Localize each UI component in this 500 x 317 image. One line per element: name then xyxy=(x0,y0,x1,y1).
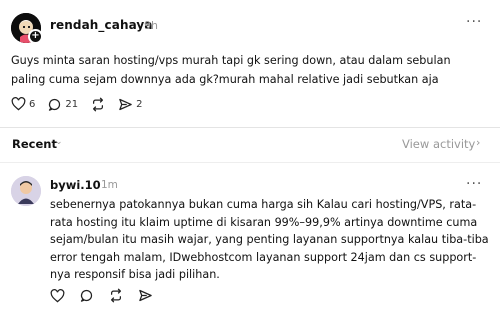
reply-count: 21 xyxy=(65,98,79,110)
reply-timestamp: 1m xyxy=(101,179,118,191)
reply-comment-button[interactable] xyxy=(79,288,94,303)
share-count: 2 xyxy=(136,98,143,110)
repost-icon xyxy=(111,288,121,303)
reply-avatar-image xyxy=(11,176,41,206)
chevron-down-icon[interactable]: ⌄ xyxy=(55,137,63,147)
send-icon xyxy=(119,98,132,110)
heart-icon xyxy=(11,97,26,111)
post-timestamp: 9h xyxy=(144,19,158,32)
like-button[interactable]: 6 xyxy=(11,97,35,111)
reply-actions xyxy=(50,288,167,303)
sort-recent-dropdown[interactable]: Recent xyxy=(12,137,57,151)
post-more-icon[interactable]: ··· xyxy=(466,14,482,30)
reply-button[interactable]: 21 xyxy=(47,97,78,112)
share-button[interactable]: 2 xyxy=(118,97,142,112)
post-username[interactable]: rendah_cahaya xyxy=(50,18,153,32)
like-count: 6 xyxy=(29,98,36,110)
section-divider xyxy=(0,127,500,128)
reply-share-button[interactable] xyxy=(138,288,153,303)
reply-more-icon[interactable]: ··· xyxy=(466,176,482,192)
reply-like-button[interactable] xyxy=(50,288,65,303)
comment-icon xyxy=(80,289,93,302)
follow-plus-icon[interactable]: + xyxy=(28,29,43,44)
view-activity-link[interactable]: View activity xyxy=(402,137,475,151)
post-text: Guys minta saran hosting/vps murah tapi … xyxy=(11,54,451,86)
reply-divider xyxy=(0,162,500,163)
reply-repost-button[interactable] xyxy=(108,288,124,303)
post-actions: 6 21 2 xyxy=(11,95,154,113)
reply-username[interactable]: bywi.10 xyxy=(50,178,101,192)
send-icon xyxy=(139,289,152,302)
reply-text: sebenernya patokannya bukan cuma harga s… xyxy=(50,198,489,281)
chevron-right-icon[interactable]: › xyxy=(476,136,480,149)
repost-button[interactable] xyxy=(90,97,106,112)
comment-icon xyxy=(49,98,61,111)
heart-icon xyxy=(50,288,65,302)
reply-avatar[interactable] xyxy=(11,176,41,206)
repost-icon xyxy=(93,97,104,111)
